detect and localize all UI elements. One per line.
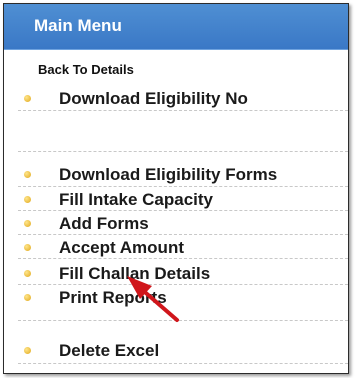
bullet-icon [24, 95, 31, 102]
menu-item-delete-excel[interactable]: Delete Excel [4, 340, 348, 362]
menu-item-label: Fill Challan Details [59, 264, 211, 283]
main-menu-panel: Main Menu Back To Details Download Eligi… [3, 3, 349, 374]
menu-item-accept-amount[interactable]: Accept Amount [4, 237, 348, 259]
menu-item-add-forms[interactable]: Add Forms [4, 213, 348, 235]
bullet-icon [24, 171, 31, 178]
menu-item-label: Delete Excel [59, 341, 160, 360]
bullet-icon [24, 347, 31, 354]
separator [18, 210, 348, 211]
menu-item-label: Download Eligibility No [59, 89, 248, 108]
separator [18, 110, 348, 111]
menu-item-fill-challan-details[interactable]: Fill Challan Details [4, 263, 348, 285]
menu-item-label: Add Forms [59, 214, 149, 233]
menu-title: Main Menu [34, 16, 122, 35]
separator [18, 151, 348, 152]
separator [18, 234, 348, 235]
bullet-icon [24, 270, 31, 277]
menu-item-label: Accept Amount [59, 238, 184, 257]
menu-header: Main Menu [4, 4, 348, 50]
separator [18, 320, 348, 321]
menu-item-fill-intake-capacity[interactable]: Fill Intake Capacity [4, 189, 348, 211]
separator [18, 363, 348, 364]
back-to-details-link[interactable]: Back To Details [38, 62, 134, 77]
bullet-icon [24, 196, 31, 203]
menu-item-label: Fill Intake Capacity [59, 190, 213, 209]
separator [18, 284, 348, 285]
bullet-icon [24, 294, 31, 301]
menu-item-print-reports[interactable]: Print Reports [4, 287, 348, 309]
separator [18, 186, 348, 187]
bullet-icon [24, 244, 31, 251]
menu-item-download-eligibility-no[interactable]: Download Eligibility No [4, 88, 348, 110]
menu-item-download-eligibility-forms[interactable]: Download Eligibility Forms [4, 164, 348, 186]
menu-item-label: Download Eligibility Forms [59, 165, 278, 184]
bullet-icon [24, 220, 31, 227]
menu-item-label: Print Reports [59, 288, 167, 307]
separator [18, 258, 348, 259]
